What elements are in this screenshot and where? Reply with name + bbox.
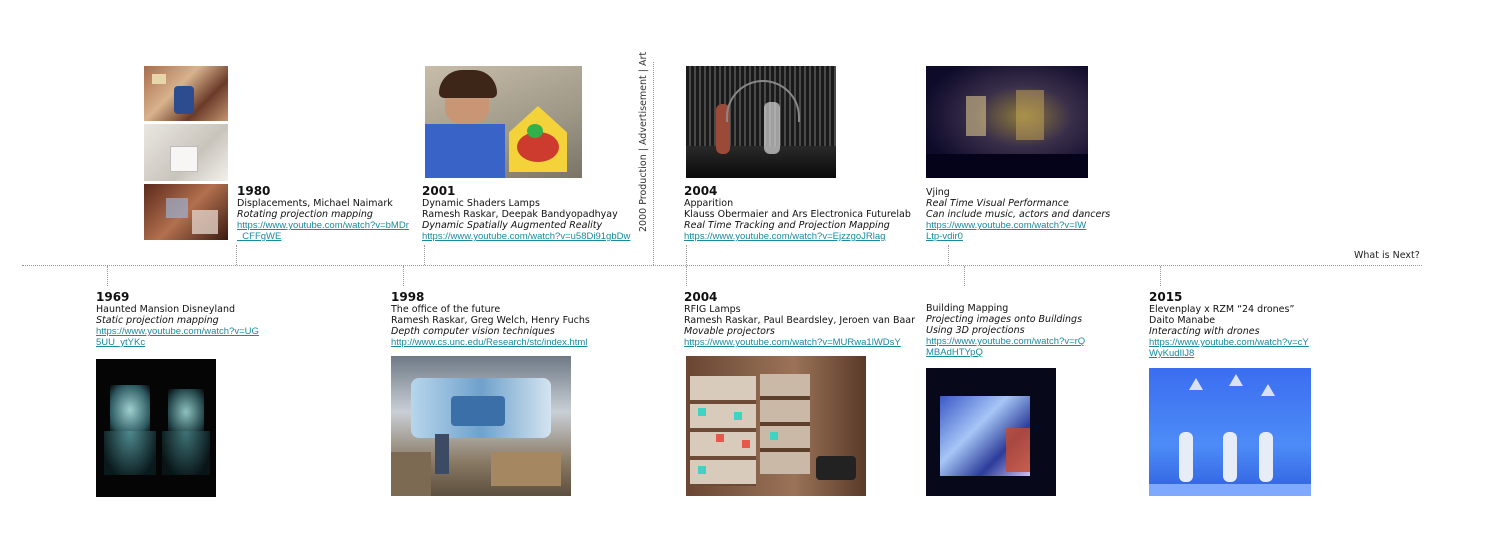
displacements-photo-2 (144, 124, 228, 181)
tick-1998 (403, 266, 404, 286)
entry-subtitle: Static projection mapping (96, 315, 219, 326)
entry-1980: 1980 Displacements, Michael Naimark Rota… (237, 184, 409, 242)
year-label: 2015 (1149, 290, 1183, 304)
year-label: 2001 (422, 184, 456, 198)
rfig-lamps-photo (686, 356, 866, 496)
entry-title: Apparition (684, 198, 734, 209)
entry-subtitle: Interacting with drones (1149, 326, 1260, 337)
entry-2015: 2015 Elevenplay x RZM “24 drones” Daito … (1149, 290, 1309, 359)
entry-title: Building Mapping (926, 303, 1009, 314)
haunted-mansion-photo (96, 359, 216, 497)
entry-title: Vjing (926, 187, 950, 198)
entry-title: Dynamic Shaders Lamps (422, 198, 540, 209)
entry-title: RFIG Lamps (684, 304, 741, 315)
entry-subtitle: Projecting images onto Buildings (926, 314, 1083, 325)
what-is-next-label: What is Next? (1354, 250, 1420, 261)
vjing-photo (926, 66, 1088, 178)
entry-link[interactable]: https://www.youtube.com/watch?v=u58Di91g… (422, 231, 630, 242)
entry-title: The office of the future (391, 304, 501, 315)
entry-building-mapping: Building Mapping Projecting images onto … (926, 303, 1085, 358)
entry-subtitle: Rotating projection mapping (237, 209, 373, 220)
entry-subtitle: Depth computer vision techniques (391, 326, 555, 337)
entry-subtitle: Real Time Visual Performance (926, 198, 1069, 209)
tick-2004-rfig (686, 266, 687, 286)
entry-link-continued[interactable]: Ltp-vdir0 (926, 231, 1110, 242)
entry-link-continued[interactable]: MBAdHTYpQ (926, 347, 1085, 358)
building-mapping-photo (926, 368, 1056, 496)
entry-title: Elevenplay x RZM “24 drones” (1149, 304, 1295, 315)
entry-1969: 1969 Haunted Mansion Disneyland Static p… (96, 290, 259, 348)
entry-subtitle: Movable projectors (684, 326, 775, 337)
entry-link-continued[interactable]: WyKudIlJ8 (1149, 348, 1309, 359)
entry-2004-apparition: 2004 Apparition Klauss Obermaier and Ars… (684, 184, 911, 242)
entry-2001: 2001 Dynamic Shaders Lamps Ramesh Raskar… (422, 184, 630, 242)
entry-1998: 1998 The office of the future Ramesh Ras… (391, 290, 590, 348)
tick-building (964, 266, 965, 286)
entry-title: Displacements, Michael Naimark (237, 198, 393, 209)
entry-link-continued[interactable]: 5UU_ytYKc (96, 337, 259, 348)
tick-2001 (424, 245, 425, 265)
entry-link[interactable]: https://www.youtube.com/watch?v=rQ (926, 336, 1085, 347)
entry-link[interactable]: http://www.cs.unc.edu/Research/stc/index… (391, 337, 590, 348)
entry-link[interactable]: https://www.youtube.com/watch?v=MURwa1lW… (684, 337, 915, 348)
year-label: 1980 (237, 184, 271, 198)
tick-2004-apparition (686, 245, 687, 265)
year-label: 1998 (391, 290, 425, 304)
entry-authors: Daito Manabe (1149, 315, 1216, 326)
tick-1969 (107, 266, 108, 286)
entry-subtitle-2: Can include music, actors and dancers (926, 209, 1111, 220)
displacements-photo-3 (144, 184, 228, 240)
timeline-axis (22, 265, 1422, 266)
entry-2004-rfig: 2004 RFIG Lamps Ramesh Raskar, Paul Bear… (684, 290, 915, 348)
entry-title: Haunted Mansion Disneyland (96, 304, 236, 315)
entry-subtitle: Dynamic Spatially Augmented Reality (422, 220, 603, 231)
shader-lamps-photo (425, 66, 582, 178)
entry-link[interactable]: https://www.youtube.com/watch?v=IW (926, 220, 1110, 231)
entry-vjing: Vjing Real Time Visual Performance Can i… (926, 187, 1110, 242)
entry-link[interactable]: https://www.youtube.com/watch?v=cY (1149, 337, 1309, 348)
tick-vjing (948, 245, 949, 265)
year-label: 1969 (96, 290, 130, 304)
year-label: 2004 (684, 184, 718, 198)
entry-authors: Ramesh Raskar, Deepak Bandyopadhyay (422, 209, 618, 220)
era-divider-label: 2000 Production | Advertisement | Art (638, 51, 649, 232)
apparition-photo (686, 66, 836, 178)
entry-subtitle: Real Time Tracking and Projection Mappin… (684, 220, 890, 231)
entry-link-continued[interactable]: _CFFgWE (237, 231, 409, 242)
tick-1980 (236, 245, 237, 265)
entry-authors: Klauss Obermaier and Ars Electronica Fut… (684, 209, 911, 220)
entry-authors: Ramesh Raskar, Greg Welch, Henry Fuchs (391, 315, 590, 326)
office-of-future-photo (391, 356, 571, 496)
entry-link[interactable]: https://www.youtube.com/watch?v=UG (96, 326, 259, 337)
year-label: 2004 (684, 290, 718, 304)
entry-subtitle-2: Using 3D projections (926, 325, 1025, 336)
tick-2015 (1160, 266, 1161, 286)
entry-link[interactable]: https://www.youtube.com/watch?v=bMDr (237, 220, 409, 231)
displacements-photo-1 (144, 66, 228, 121)
entry-authors: Ramesh Raskar, Paul Beardsley, Jeroen va… (684, 315, 916, 326)
entry-link[interactable]: https://www.youtube.com/watch?v=EjzzgoJR… (684, 231, 911, 242)
drones-photo (1149, 368, 1311, 496)
